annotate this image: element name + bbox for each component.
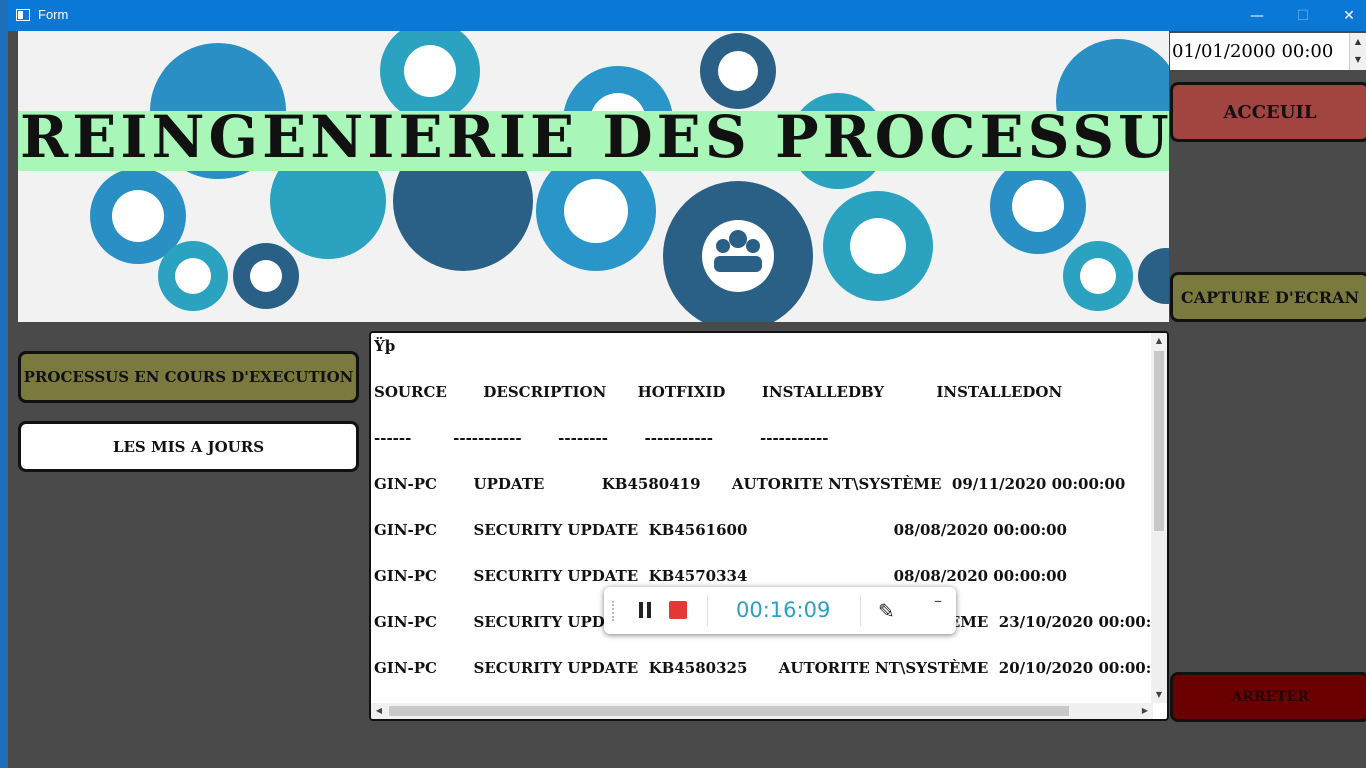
form-window: Form — ☐ ✕ REINGENIERIE DES PROCESSUS 01…: [8, 0, 1366, 768]
minimize-recorder-icon[interactable]: –: [934, 591, 942, 610]
output-line: GIN-PC UPDATE KB4580419 AUTORITE NT\SYST…: [374, 475, 1126, 493]
stop-icon[interactable]: [669, 601, 687, 619]
spin-down-icon[interactable]: ▼: [1350, 51, 1366, 69]
horizontal-scroll-thumb[interactable]: [389, 706, 1069, 716]
background-strip: [0, 0, 8, 768]
output-line: GIN-PC SECURITY UPDATE KB4561600 08/08/2…: [374, 521, 1067, 539]
output-textbox[interactable]: Ÿþ SOURCE DESCRIPTION HOTFIXID INSTALLED…: [369, 331, 1169, 721]
spin-up-icon[interactable]: ▲: [1350, 33, 1366, 51]
date-time-picker[interactable]: 01/01/2000 00:00 ▲ ▼: [1170, 33, 1366, 70]
acceuil-button[interactable]: ACCEUIL: [1170, 82, 1366, 142]
scroll-left-icon[interactable]: ◀: [371, 703, 387, 719]
drag-handle-icon[interactable]: [612, 601, 617, 621]
pen-icon[interactable]: ✎: [878, 599, 895, 623]
horizontal-scrollbar[interactable]: ◀ ▶: [371, 703, 1153, 719]
minimize-button[interactable]: —: [1234, 0, 1280, 31]
processus-button[interactable]: PROCESSUS EN COURS D'EXECUTION: [18, 351, 359, 403]
maximize-button[interactable]: ☐: [1280, 0, 1326, 31]
arreter-button[interactable]: ARRETER: [1170, 672, 1366, 722]
scroll-up-icon[interactable]: ▲: [1151, 333, 1167, 349]
output-line: GIN-PC SECURITY UPDATE KB4580325 AUTORIT…: [374, 659, 1169, 677]
output-line: ------ ----------- -------- ----------- …: [374, 429, 829, 447]
pause-icon[interactable]: [634, 599, 656, 621]
window-title: Form: [38, 7, 69, 22]
output-line: Ÿþ: [374, 337, 396, 355]
output-line: SOURCE DESCRIPTION HOTFIXID INSTALLEDBY …: [374, 383, 1063, 401]
mises-a-jour-button[interactable]: LES MIS A JOURS: [18, 421, 359, 472]
scroll-right-icon[interactable]: ▶: [1137, 703, 1153, 719]
scroll-down-icon[interactable]: ▼: [1151, 687, 1167, 703]
gears-illustration: [90, 31, 1169, 322]
app-icon: [16, 9, 30, 21]
vertical-scrollbar[interactable]: ▲ ▼: [1151, 333, 1167, 703]
capture-ecran-button[interactable]: CAPTURE D'ECRAN: [1170, 272, 1366, 322]
date-time-value: 01/01/2000 00:00: [1172, 41, 1334, 62]
recording-timer: 00:16:09: [736, 598, 831, 622]
title-bar: Form — ☐ ✕: [8, 0, 1366, 31]
separator: [707, 595, 708, 626]
output-line: GIN-PC SECURITY UPDATE KB4570334 08/08/2…: [374, 567, 1067, 585]
banner-title: REINGENIERIE DES PROCESSUS: [20, 103, 1169, 171]
separator: [860, 595, 861, 626]
close-button[interactable]: ✕: [1326, 0, 1366, 31]
date-spinner[interactable]: ▲ ▼: [1349, 33, 1366, 70]
vertical-scroll-thumb[interactable]: [1154, 351, 1164, 531]
screen-recorder-toolbar: 00:16:09 ✎ –: [604, 587, 956, 634]
banner-image: REINGENIERIE DES PROCESSUS: [18, 31, 1169, 322]
